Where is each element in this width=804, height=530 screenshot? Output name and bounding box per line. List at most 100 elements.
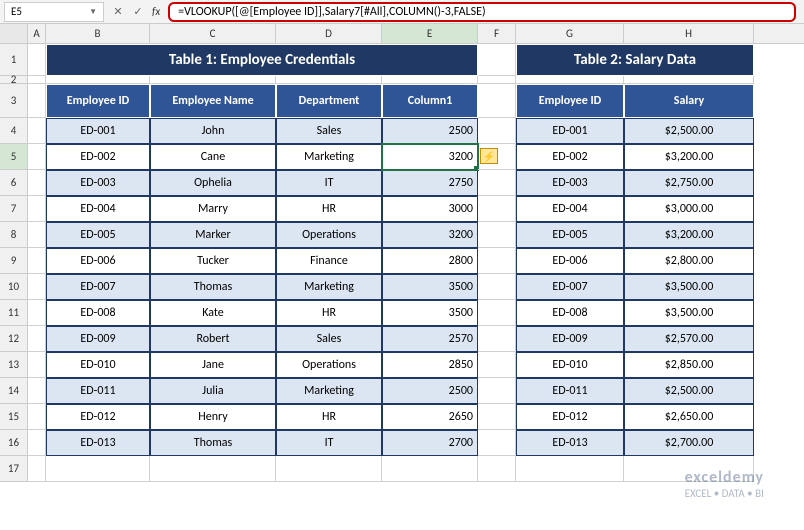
cell[interactable] [382, 456, 478, 482]
t1-val[interactable]: 2570 [382, 326, 478, 352]
t2-sal[interactable]: $3,500.00 [624, 274, 754, 300]
t2-sal[interactable]: $2,570.00 [624, 326, 754, 352]
t2-sal[interactable]: $3,500.00 [624, 300, 754, 326]
t1-name[interactable]: Henry [150, 404, 276, 430]
t1-header-2[interactable]: Department [276, 84, 382, 118]
t1-val[interactable]: 3000 [382, 196, 478, 222]
t2-header-1[interactable]: Salary [624, 84, 754, 118]
cell[interactable] [478, 222, 516, 248]
cell[interactable] [150, 76, 276, 84]
t1-dept[interactable]: Marketing [276, 144, 382, 170]
t1-name[interactable]: Robert [150, 326, 276, 352]
row-header-1[interactable]: 1 [0, 44, 28, 76]
t1-id[interactable]: ED-010 [46, 352, 150, 378]
table1-title[interactable]: Table 1: Employee Credentials [46, 44, 478, 76]
t2-id[interactable]: ED-010 [516, 352, 624, 378]
col-header-E[interactable]: E [382, 24, 478, 43]
row-header-14[interactable]: 14 [0, 378, 28, 404]
cell[interactable] [478, 274, 516, 300]
t2-id[interactable]: ED-001 [516, 118, 624, 144]
t1-id[interactable]: ED-011 [46, 378, 150, 404]
row-header-10[interactable]: 10 [0, 274, 28, 300]
formula-input[interactable]: =VLOOKUP([@[Employee ID]],Salary7[#All],… [168, 2, 796, 22]
row-header-15[interactable]: 15 [0, 404, 28, 430]
t1-dept[interactable]: IT [276, 430, 382, 456]
row-header-11[interactable]: 11 [0, 300, 28, 326]
cell[interactable]: ⚡ [478, 144, 516, 170]
t1-name[interactable]: Kate [150, 300, 276, 326]
cell[interactable] [28, 222, 46, 248]
cell[interactable] [516, 76, 624, 84]
cell[interactable] [478, 404, 516, 430]
t2-sal[interactable]: $3,200.00 [624, 222, 754, 248]
row-header-2[interactable]: 2 [0, 76, 28, 84]
t1-val[interactable]: 2700 [382, 430, 478, 456]
t2-sal[interactable]: $2,800.00 [624, 248, 754, 274]
t1-id[interactable]: ED-003 [46, 170, 150, 196]
t1-header-3[interactable]: Column1 [382, 84, 478, 118]
cell[interactable] [478, 170, 516, 196]
select-all-corner[interactable] [0, 24, 28, 43]
t2-id[interactable]: ED-005 [516, 222, 624, 248]
t2-id[interactable]: ED-011 [516, 378, 624, 404]
t2-sal[interactable]: $2,750.00 [624, 170, 754, 196]
t1-id[interactable]: ED-006 [46, 248, 150, 274]
cell[interactable] [478, 430, 516, 456]
t2-sal[interactable]: $2,850.00 [624, 352, 754, 378]
row-header-7[interactable]: 7 [0, 196, 28, 222]
cell[interactable] [28, 352, 46, 378]
t2-id[interactable]: ED-012 [516, 404, 624, 430]
t1-name[interactable]: Marker [150, 222, 276, 248]
t1-id[interactable]: ED-013 [46, 430, 150, 456]
t1-name[interactable]: Ophelia [150, 170, 276, 196]
cell[interactable] [478, 456, 516, 482]
smart-tag-icon[interactable]: ⚡ [480, 148, 498, 164]
cell[interactable] [28, 248, 46, 274]
t1-name[interactable]: Cane [150, 144, 276, 170]
t1-val[interactable]: 3500 [382, 274, 478, 300]
row-header-6[interactable]: 6 [0, 170, 28, 196]
cell[interactable] [28, 44, 46, 76]
cell[interactable] [28, 144, 46, 170]
t1-id[interactable]: ED-002 [46, 144, 150, 170]
cell[interactable] [478, 326, 516, 352]
table2-title[interactable]: Table 2: Salary Data [516, 44, 754, 76]
col-header-F[interactable]: F [478, 24, 516, 43]
cell[interactable] [28, 404, 46, 430]
cell[interactable] [28, 118, 46, 144]
t1-name[interactable]: Thomas [150, 430, 276, 456]
cell[interactable] [28, 76, 46, 84]
t1-val[interactable]: 2500 [382, 378, 478, 404]
t2-id[interactable]: ED-007 [516, 274, 624, 300]
cell[interactable] [624, 456, 754, 482]
t1-name[interactable]: John [150, 118, 276, 144]
t2-id[interactable]: ED-003 [516, 170, 624, 196]
t1-val[interactable]: 3200 [382, 222, 478, 248]
cell[interactable] [150, 456, 276, 482]
t1-dept[interactable]: Sales [276, 118, 382, 144]
t1-name[interactable]: Marry [150, 196, 276, 222]
row-header-5[interactable]: 5 [0, 144, 28, 170]
cell[interactable] [28, 274, 46, 300]
t1-dept[interactable]: IT [276, 170, 382, 196]
t1-dept[interactable]: Marketing [276, 274, 382, 300]
cell[interactable] [478, 84, 516, 118]
cell[interactable] [28, 430, 46, 456]
cell[interactable] [478, 378, 516, 404]
row-header-9[interactable]: 9 [0, 248, 28, 274]
cell[interactable] [28, 300, 46, 326]
t1-val[interactable]: 2850 [382, 352, 478, 378]
row-header-16[interactable]: 16 [0, 430, 28, 456]
col-header-H[interactable]: H [624, 24, 754, 43]
t2-id[interactable]: ED-008 [516, 300, 624, 326]
t1-dept[interactable]: HR [276, 300, 382, 326]
t2-id[interactable]: ED-006 [516, 248, 624, 274]
cell[interactable] [28, 326, 46, 352]
t1-name[interactable]: Tucker [150, 248, 276, 274]
cell[interactable] [624, 76, 754, 84]
t1-val[interactable]: 2750 [382, 170, 478, 196]
cell[interactable] [46, 76, 150, 84]
t1-val[interactable]: 3200 [382, 144, 478, 170]
col-header-G[interactable]: G [516, 24, 624, 43]
t1-header-1[interactable]: Employee Name [150, 84, 276, 118]
